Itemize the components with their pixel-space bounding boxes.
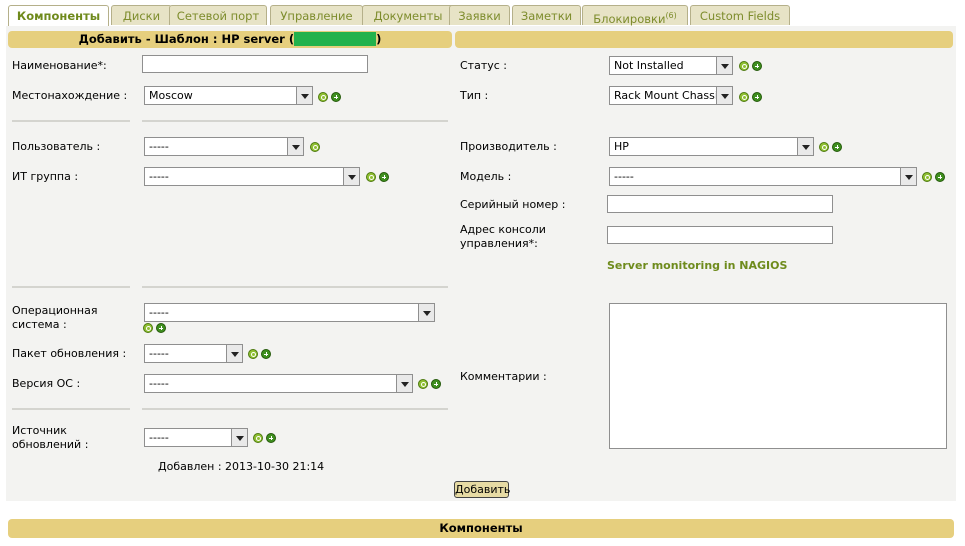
status-label: Статус : [460,59,507,72]
type-select[interactable]: Rack Mount Chassis [609,86,733,105]
tab-notes[interactable]: Заметки [512,5,581,25]
add-icon[interactable] [261,349,271,359]
serial-label: Серийный номер : [460,198,566,211]
search-icon[interactable] [310,142,320,152]
location-select[interactable]: Moscow [144,86,313,105]
tab-custom-fields[interactable]: Custom Fields [690,5,790,25]
nagios-link[interactable]: Server monitoring in NAGIOS [607,259,787,272]
tab-components[interactable]: Компоненты [8,5,109,27]
tab-locks[interactable]: Блокировки(6) [582,5,688,26]
chevron-down-icon [716,87,732,104]
add-icon[interactable] [752,61,762,71]
chevron-down-icon [396,375,412,392]
os-label: Операционная система : [12,304,98,331]
name-input[interactable] [142,55,368,73]
chevron-down-icon [287,138,303,155]
comments-label: Комментарии : [460,370,547,383]
manufacturer-select[interactable]: HP [609,137,814,156]
os-select[interactable]: ----- [144,303,435,322]
added-date: Добавлен : 2013-10-30 21:14 [158,460,325,473]
divider [12,286,130,288]
tab-network-port[interactable]: Сетевой порт [169,5,267,25]
add-icon[interactable] [935,172,945,182]
add-icon[interactable] [156,323,166,333]
osver-label: Версия ОС : [12,377,81,390]
model-select[interactable]: ----- [609,167,917,186]
console-input[interactable] [607,226,833,244]
itgroup-label: ИТ группа : [12,170,79,183]
search-icon[interactable] [418,379,428,389]
chevron-down-icon [226,345,242,362]
chevron-down-icon [797,138,813,155]
osver-select[interactable]: ----- [144,374,413,393]
add-icon[interactable] [266,433,276,443]
add-icon[interactable] [379,172,389,182]
divider [142,286,448,288]
divider [142,408,448,410]
search-icon[interactable] [248,349,258,359]
chevron-down-icon [716,57,732,74]
type-label: Тип : [460,89,489,102]
updsrc-select[interactable]: ----- [144,428,248,447]
add-icon[interactable] [331,92,341,102]
search-icon[interactable] [739,92,749,102]
search-icon[interactable] [819,142,829,152]
chevron-down-icon [418,304,434,321]
search-icon[interactable] [253,433,263,443]
serial-input[interactable] [607,195,833,213]
chevron-down-icon [231,429,247,446]
chevron-down-icon [343,168,359,185]
add-icon[interactable] [832,142,842,152]
updsrc-label: Источник обновлений : [12,424,89,451]
sp-label: Пакет обновления : [12,347,127,360]
location-label: Местонахождение : [12,89,128,102]
manufacturer-label: Производитель : [460,140,557,153]
tab-disks[interactable]: Диски [111,5,172,25]
components-header: Компоненты [8,519,954,538]
model-label: Модель : [460,170,512,183]
search-icon[interactable] [922,172,932,182]
search-icon[interactable] [739,61,749,71]
chevron-down-icon [900,168,916,185]
tab-tickets[interactable]: Заявки [449,5,510,25]
form-header: Добавить - Шаблон : HP server () [8,31,452,48]
user-label: Пользователь : [12,140,101,153]
form-header-right [455,31,953,48]
add-button[interactable]: Добавить [454,481,510,498]
comments-textarea[interactable] [609,303,947,449]
user-select[interactable]: ----- [144,137,304,156]
tab-documents[interactable]: Документы [362,5,454,25]
sp-select[interactable]: ----- [144,344,243,363]
tab-management[interactable]: Управление [270,5,363,25]
search-icon[interactable] [318,92,328,102]
add-icon[interactable] [752,92,762,102]
divider [12,408,130,410]
console-label: Адрес консоли управления*: [460,223,546,250]
divider [142,120,448,122]
add-icon[interactable] [431,379,441,389]
search-icon[interactable] [366,172,376,182]
status-select[interactable]: Not Installed [609,56,733,75]
chevron-down-icon [296,87,312,104]
redacted-block [294,32,377,46]
search-icon[interactable] [143,323,153,333]
itgroup-select[interactable]: ----- [144,167,360,186]
name-label: Наименование*: [12,59,107,72]
divider [12,120,130,122]
